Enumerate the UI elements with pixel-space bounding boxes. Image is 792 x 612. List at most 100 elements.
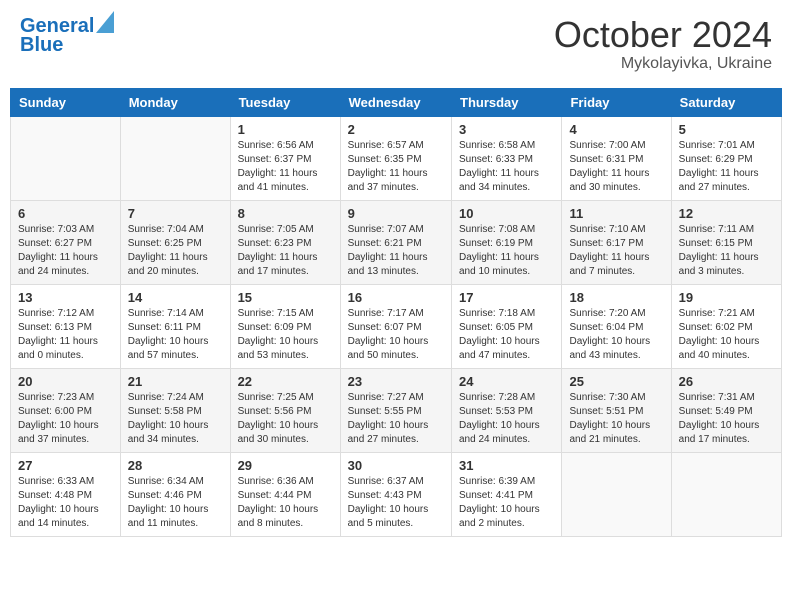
page-header: General Blue October 2024 Mykolayivka, U… xyxy=(10,10,782,78)
calendar-week-row: 20 Sunrise: 7:23 AM Sunset: 6:00 PM Dayli… xyxy=(11,368,782,452)
day-info: Sunrise: 7:15 AM Sunset: 6:09 PM Dayligh… xyxy=(238,307,333,363)
logo-text-blue: Blue xyxy=(20,34,63,56)
calendar-cell: 12 Sunrise: 7:11 AM Sunset: 6:15 PM Dayli… xyxy=(671,200,781,284)
day-number: 22 xyxy=(238,374,333,389)
calendar-cell: 21 Sunrise: 7:24 AM Sunset: 5:58 PM Dayli… xyxy=(120,368,230,452)
calendar-cell xyxy=(11,116,121,200)
day-number: 8 xyxy=(238,206,333,221)
day-number: 15 xyxy=(238,290,333,305)
day-info: Sunrise: 7:03 AM Sunset: 6:27 PM Dayligh… xyxy=(18,223,113,279)
calendar-cell: 29Sunrise: 6:36 AM Sunset: 4:44 PM Dayli… xyxy=(230,452,340,536)
day-info: Sunrise: 7:12 AM Sunset: 6:13 PM Dayligh… xyxy=(18,307,113,363)
day-info: Sunrise: 6:33 AM Sunset: 4:48 PM Dayligh… xyxy=(18,475,113,531)
day-info: Sunrise: 7:10 AM Sunset: 6:17 PM Dayligh… xyxy=(569,223,663,279)
day-number: 2 xyxy=(348,122,444,137)
calendar-header-row: SundayMondayTuesdayWednesdayThursdayFrid… xyxy=(11,88,782,116)
day-number: 1 xyxy=(238,122,333,137)
day-number: 10 xyxy=(459,206,554,221)
day-number: 21 xyxy=(128,374,223,389)
calendar-cell: 23 Sunrise: 7:27 AM Sunset: 5:55 PM Dayli… xyxy=(340,368,451,452)
day-number: 31 xyxy=(459,458,554,473)
calendar-cell: 6 Sunrise: 7:03 AM Sunset: 6:27 PM Daylig… xyxy=(11,200,121,284)
day-info: Sunrise: 7:00 AM Sunset: 6:31 PM Dayligh… xyxy=(569,139,663,195)
calendar-week-row: 1 Sunrise: 6:56 AM Sunset: 6:37 PM Daylig… xyxy=(11,116,782,200)
calendar-week-row: 6 Sunrise: 7:03 AM Sunset: 6:27 PM Daylig… xyxy=(11,200,782,284)
day-info: Sunrise: 7:30 AM Sunset: 5:51 PM Dayligh… xyxy=(569,391,663,447)
day-info: Sunrise: 6:39 AM Sunset: 4:41 PM Dayligh… xyxy=(459,475,554,531)
calendar-header-sunday: Sunday xyxy=(11,88,121,116)
day-number: 30 xyxy=(348,458,444,473)
calendar-header-thursday: Thursday xyxy=(452,88,562,116)
day-number: 6 xyxy=(18,206,113,221)
day-info: Sunrise: 7:11 AM Sunset: 6:15 PM Dayligh… xyxy=(679,223,774,279)
calendar-header-wednesday: Wednesday xyxy=(340,88,451,116)
calendar-cell: 10Sunrise: 7:08 AM Sunset: 6:19 PM Dayli… xyxy=(452,200,562,284)
day-info: Sunrise: 7:23 AM Sunset: 6:00 PM Dayligh… xyxy=(18,391,113,447)
calendar-cell: 19 Sunrise: 7:21 AM Sunset: 6:02 PM Dayli… xyxy=(671,284,781,368)
day-info: Sunrise: 6:57 AM Sunset: 6:35 PM Dayligh… xyxy=(348,139,444,195)
day-info: Sunrise: 7:01 AM Sunset: 6:29 PM Dayligh… xyxy=(679,139,774,195)
day-number: 12 xyxy=(679,206,774,221)
calendar-cell: 7 Sunrise: 7:04 AM Sunset: 6:25 PM Daylig… xyxy=(120,200,230,284)
day-number: 4 xyxy=(569,122,663,137)
day-info: Sunrise: 7:27 AM Sunset: 5:55 PM Dayligh… xyxy=(348,391,444,447)
day-info: Sunrise: 7:24 AM Sunset: 5:58 PM Dayligh… xyxy=(128,391,223,447)
day-info: Sunrise: 6:34 AM Sunset: 4:46 PM Dayligh… xyxy=(128,475,223,531)
location-subtitle: Mykolayivka, Ukraine xyxy=(554,55,772,73)
calendar-cell: 1 Sunrise: 6:56 AM Sunset: 6:37 PM Daylig… xyxy=(230,116,340,200)
logo-bird-icon xyxy=(96,11,114,33)
day-number: 25 xyxy=(569,374,663,389)
calendar-cell: 5Sunrise: 7:01 AM Sunset: 6:29 PM Daylig… xyxy=(671,116,781,200)
calendar-cell: 27 Sunrise: 6:33 AM Sunset: 4:48 PM Dayli… xyxy=(11,452,121,536)
calendar-cell: 16 Sunrise: 7:17 AM Sunset: 6:07 PM Dayli… xyxy=(340,284,451,368)
day-info: Sunrise: 6:37 AM Sunset: 4:43 PM Dayligh… xyxy=(348,475,444,531)
day-info: Sunrise: 7:07 AM Sunset: 6:21 PM Dayligh… xyxy=(348,223,444,279)
day-info: Sunrise: 7:21 AM Sunset: 6:02 PM Dayligh… xyxy=(679,307,774,363)
calendar-cell: 22Sunrise: 7:25 AM Sunset: 5:56 PM Dayli… xyxy=(230,368,340,452)
calendar-cell: 8Sunrise: 7:05 AM Sunset: 6:23 PM Daylig… xyxy=(230,200,340,284)
day-number: 11 xyxy=(569,206,663,221)
calendar-cell: 2 Sunrise: 6:57 AM Sunset: 6:35 PM Daylig… xyxy=(340,116,451,200)
day-number: 3 xyxy=(459,122,554,137)
day-info: Sunrise: 7:18 AM Sunset: 6:05 PM Dayligh… xyxy=(459,307,554,363)
day-info: Sunrise: 6:56 AM Sunset: 6:37 PM Dayligh… xyxy=(238,139,333,195)
calendar-cell: 4 Sunrise: 7:00 AM Sunset: 6:31 PM Daylig… xyxy=(562,116,671,200)
day-number: 23 xyxy=(348,374,444,389)
calendar-cell: 14 Sunrise: 7:14 AM Sunset: 6:11 PM Dayli… xyxy=(120,284,230,368)
calendar-cell: 28 Sunrise: 6:34 AM Sunset: 4:46 PM Dayli… xyxy=(120,452,230,536)
day-number: 14 xyxy=(128,290,223,305)
calendar-header-saturday: Saturday xyxy=(671,88,781,116)
calendar-cell: 25 Sunrise: 7:30 AM Sunset: 5:51 PM Dayli… xyxy=(562,368,671,452)
day-number: 18 xyxy=(569,290,663,305)
day-number: 16 xyxy=(348,290,444,305)
day-info: Sunrise: 7:14 AM Sunset: 6:11 PM Dayligh… xyxy=(128,307,223,363)
calendar-cell: 24Sunrise: 7:28 AM Sunset: 5:53 PM Dayli… xyxy=(452,368,562,452)
calendar-header-tuesday: Tuesday xyxy=(230,88,340,116)
calendar-cell: 30 Sunrise: 6:37 AM Sunset: 4:43 PM Dayli… xyxy=(340,452,451,536)
calendar-header-monday: Monday xyxy=(120,88,230,116)
logo: General Blue xyxy=(20,15,114,56)
day-number: 27 xyxy=(18,458,113,473)
calendar-cell: 31 Sunrise: 6:39 AM Sunset: 4:41 PM Dayli… xyxy=(452,452,562,536)
calendar-cell: 9Sunrise: 7:07 AM Sunset: 6:21 PM Daylig… xyxy=(340,200,451,284)
calendar-cell: 3Sunrise: 6:58 AM Sunset: 6:33 PM Daylig… xyxy=(452,116,562,200)
calendar-table: SundayMondayTuesdayWednesdayThursdayFrid… xyxy=(10,88,782,537)
calendar-week-row: 13 Sunrise: 7:12 AM Sunset: 6:13 PM Dayli… xyxy=(11,284,782,368)
day-info: Sunrise: 7:20 AM Sunset: 6:04 PM Dayligh… xyxy=(569,307,663,363)
day-number: 13 xyxy=(18,290,113,305)
calendar-cell xyxy=(120,116,230,200)
day-number: 7 xyxy=(128,206,223,221)
calendar-cell: 15 Sunrise: 7:15 AM Sunset: 6:09 PM Dayli… xyxy=(230,284,340,368)
day-number: 20 xyxy=(18,374,113,389)
day-info: Sunrise: 7:28 AM Sunset: 5:53 PM Dayligh… xyxy=(459,391,554,447)
calendar-cell: 20 Sunrise: 7:23 AM Sunset: 6:00 PM Dayli… xyxy=(11,368,121,452)
day-info: Sunrise: 7:17 AM Sunset: 6:07 PM Dayligh… xyxy=(348,307,444,363)
title-section: October 2024 Mykolayivka, Ukraine xyxy=(554,15,772,73)
day-info: Sunrise: 7:04 AM Sunset: 6:25 PM Dayligh… xyxy=(128,223,223,279)
day-number: 19 xyxy=(679,290,774,305)
calendar-header-friday: Friday xyxy=(562,88,671,116)
calendar-cell xyxy=(562,452,671,536)
day-number: 17 xyxy=(459,290,554,305)
day-number: 28 xyxy=(128,458,223,473)
day-info: Sunrise: 6:36 AM Sunset: 4:44 PM Dayligh… xyxy=(238,475,333,531)
